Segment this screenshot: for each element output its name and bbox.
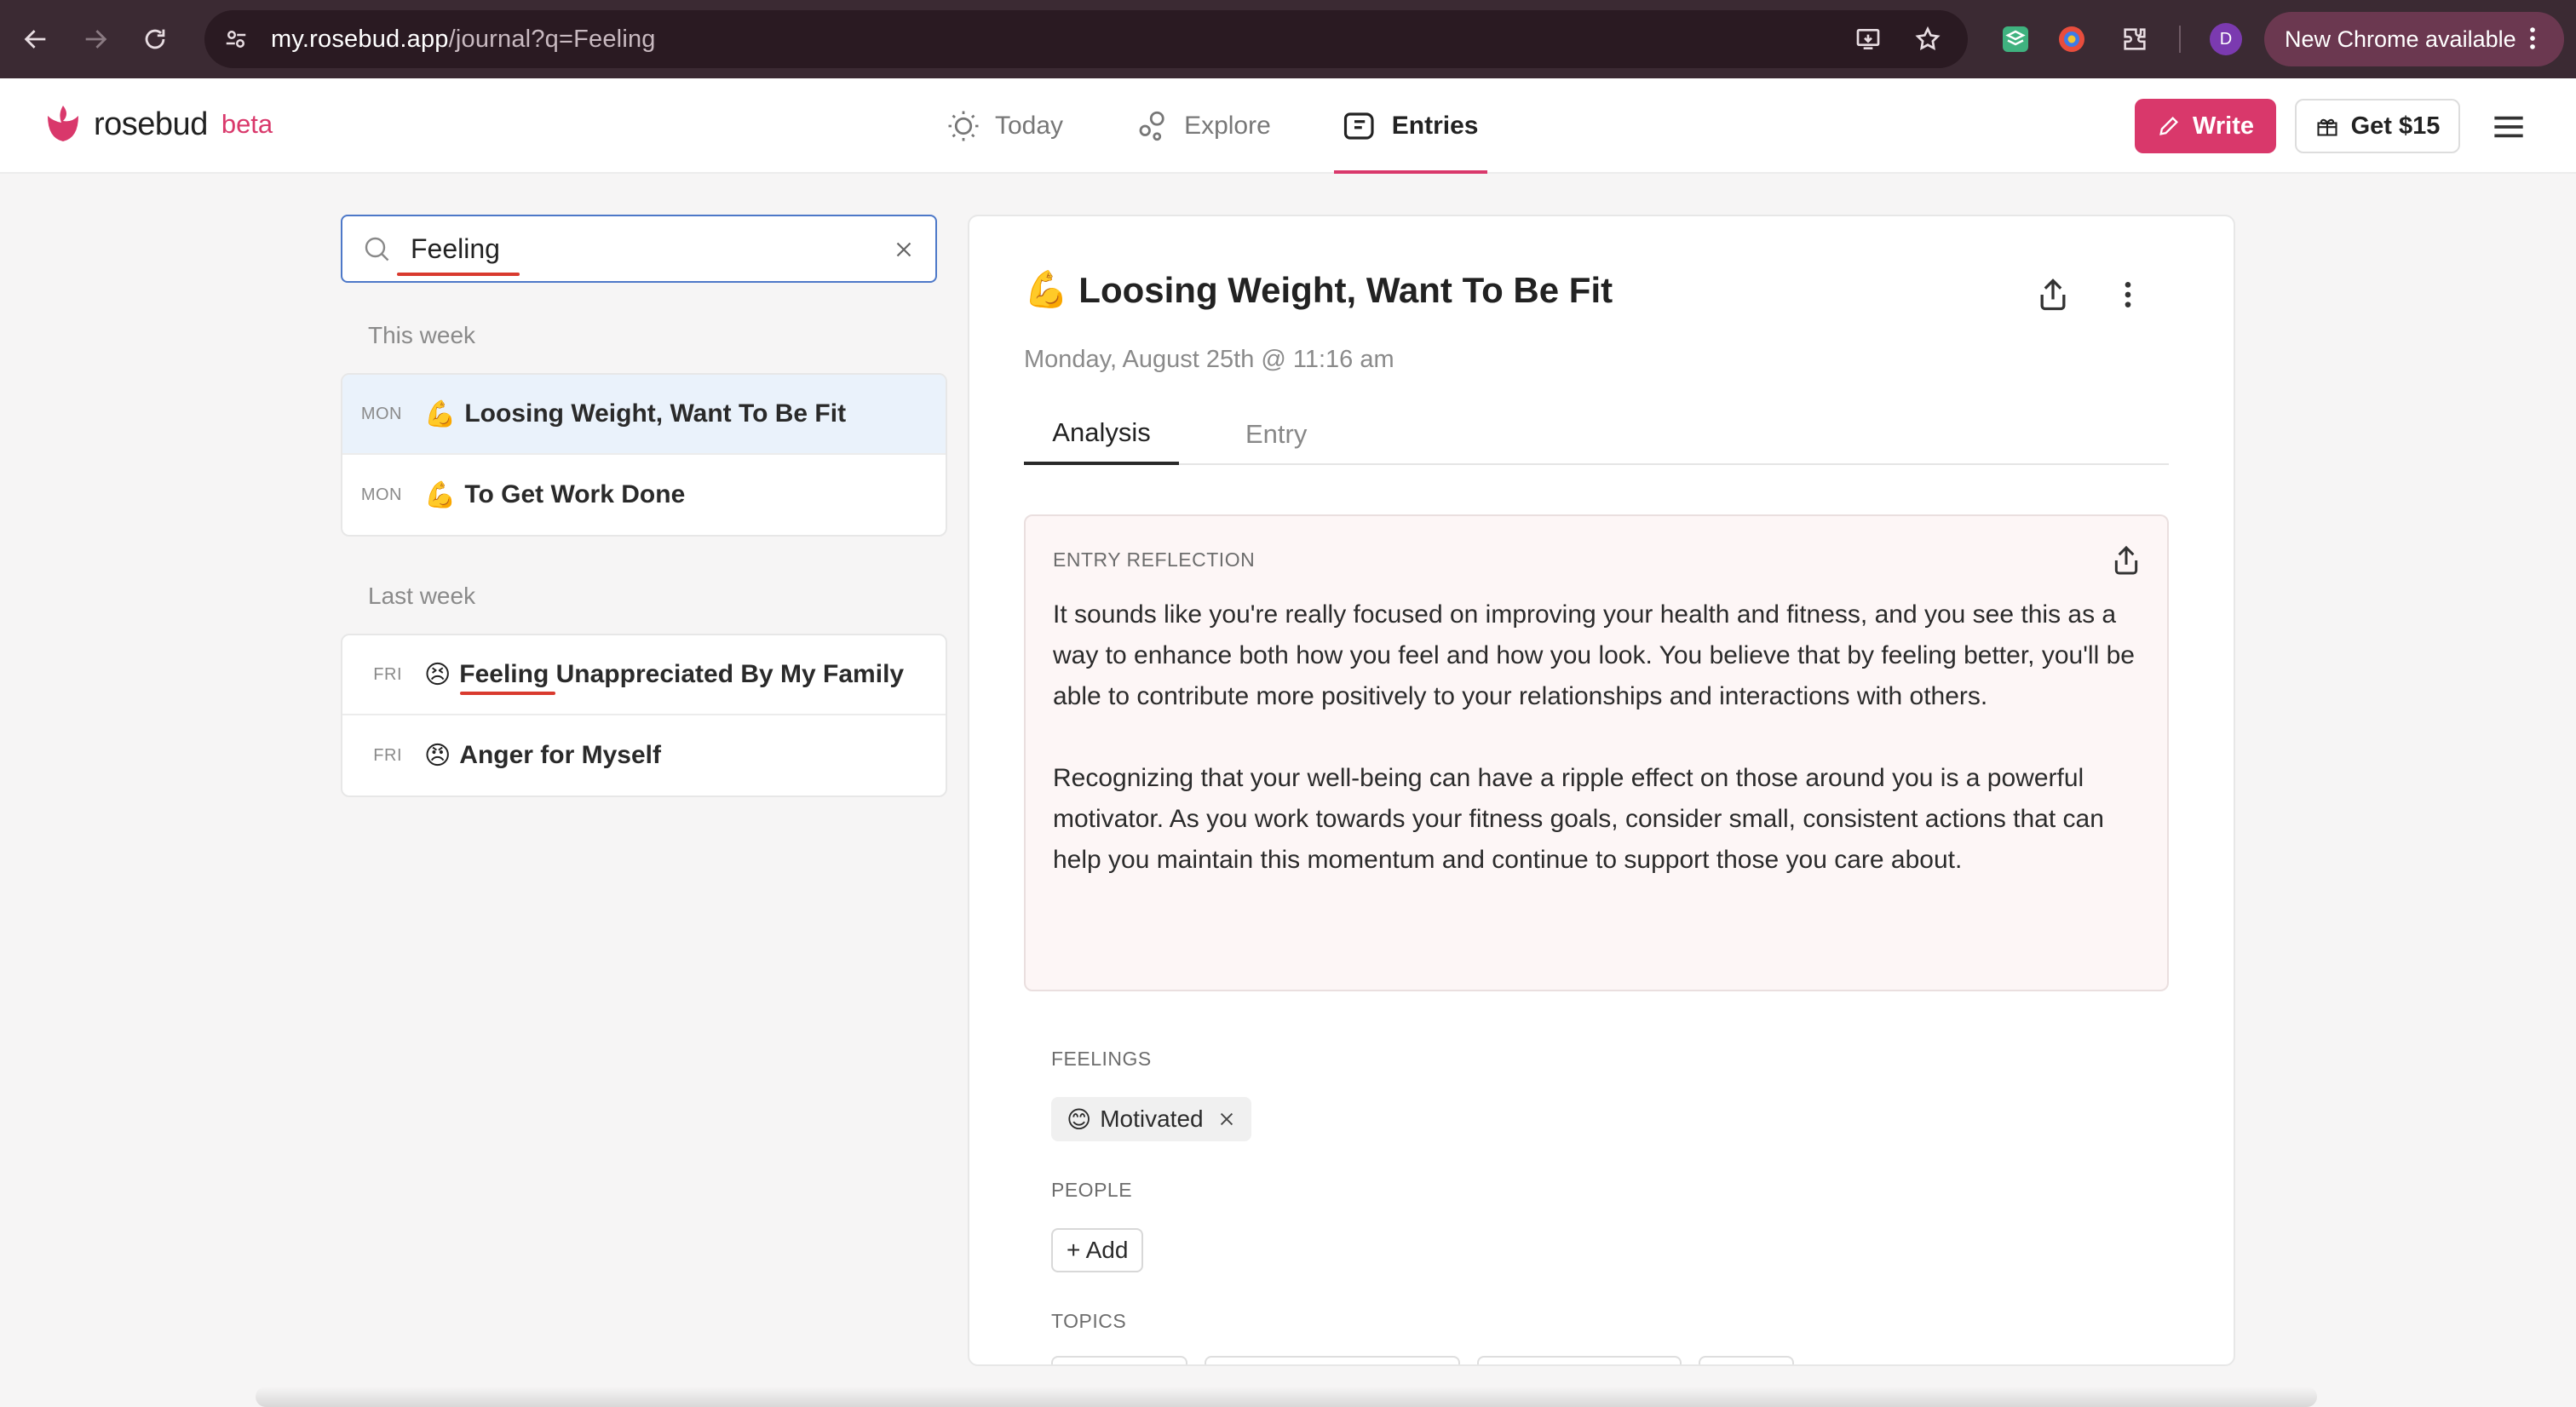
reload-icon [145, 29, 165, 49]
result-annotation-underline [460, 692, 555, 695]
entry-heading: 💪 Loosing Weight, Want To Be Fit [1024, 269, 1613, 311]
tab-today[interactable]: Today [946, 78, 1063, 174]
feeling-chip-emoji: 😊 [1067, 1106, 1092, 1133]
entry-day: MON [360, 404, 402, 423]
group-label-this-week: This week [368, 322, 476, 348]
address-bar[interactable]: my.rosebud.app/journal?q=Feeling [204, 10, 1968, 68]
entry-date: Monday, August 25th @ 11:16 am [1024, 346, 1394, 373]
beta-badge: beta [221, 109, 273, 139]
rosebud-logo-icon [48, 106, 78, 141]
hamburger-menu-icon[interactable] [2487, 106, 2530, 148]
profile-avatar[interactable]: D [2210, 23, 2242, 55]
tab-analysis[interactable]: Analysis [1024, 404, 1179, 465]
entry-day: FRI [373, 745, 402, 765]
feeling-chip[interactable]: 😊 Motivated [1051, 1097, 1251, 1141]
topics-label: TOPICS [1051, 1310, 1127, 1332]
tab-explore-label: Explore [1184, 112, 1271, 140]
reflection-paragraph: It sounds like you're really focused on … [1053, 600, 2135, 710]
write-button[interactable]: Write [2135, 99, 2276, 153]
url-text: my.rosebud.app/journal?q=Feeling [271, 26, 656, 54]
site-settings-icon[interactable] [215, 18, 257, 60]
write-button-label: Write [2193, 112, 2254, 140]
referral-button[interactable]: Get $15 [2295, 99, 2460, 153]
entry-list-this-week: MON 💪 Loosing Weight, Want To Be Fit MON… [341, 373, 947, 537]
list-item[interactable]: MON 💪 To Get Work Done [342, 455, 946, 535]
explore-icon [1139, 111, 1164, 141]
brand-name: rosebud [94, 106, 208, 142]
entry-emoji: 😣 [424, 660, 451, 689]
search-icon [365, 237, 389, 261]
url-path: /journal?q=Feeling [448, 25, 656, 53]
group-label-last-week: Last week [368, 583, 476, 609]
extensions-puzzle-icon[interactable] [2111, 15, 2159, 63]
entry-detail-panel: 💪 Loosing Weight, Want To Be Fit Monday,… [968, 215, 2235, 1366]
arrow-left-icon [24, 30, 46, 49]
kebab-menu-icon [2518, 24, 2547, 59]
url-host: my.rosebud.app [271, 25, 449, 53]
entry-day: MON [360, 485, 402, 504]
sun-icon [948, 111, 979, 141]
search-annotation-underline [397, 273, 520, 276]
brand-logo[interactable]: rosebud beta [44, 104, 273, 145]
tab-today-label: Today [995, 112, 1064, 140]
reload-button[interactable] [131, 15, 179, 63]
remove-feeling-icon[interactable] [1217, 1110, 1236, 1128]
forward-button[interactable] [72, 15, 119, 63]
list-item[interactable]: MON 💪 Loosing Weight, Want To Be Fit [342, 375, 946, 455]
main-nav: Today Explore Entries [946, 78, 1487, 174]
clear-search-icon[interactable] [891, 237, 917, 262]
topic-chip[interactable] [1051, 1356, 1187, 1364]
share-icon[interactable] [2034, 276, 2072, 313]
tab-entries[interactable]: Entries [1333, 78, 1487, 174]
entries-icon [1343, 112, 1374, 140]
extension-color-icon[interactable] [2048, 15, 2096, 63]
entry-heading-text: Loosing Weight, Want To Be Fit [1078, 269, 1613, 310]
app-header: rosebud beta Today Explore Entries Write… [0, 78, 2576, 174]
update-chrome-button[interactable]: New Chrome available [2264, 12, 2564, 66]
toolbar-divider [2179, 26, 2181, 53]
tab-explore[interactable]: Explore [1135, 78, 1271, 174]
arrow-right-icon [85, 30, 107, 49]
share-reflection-icon[interactable] [2109, 543, 2143, 577]
entry-title: To Get Work Done [464, 480, 686, 508]
tab-entries-label: Entries [1391, 112, 1479, 140]
entry-title: Feeling Unappreciated By My Family [459, 660, 905, 688]
entry-tabs: Analysis Entry [1024, 404, 2169, 465]
pencil-icon [2159, 117, 2178, 135]
entry-emoji: 😠 [424, 741, 451, 770]
window-bottom-shadow [256, 1387, 2317, 1407]
entry-title: Loosing Weight, Want To Be Fit [464, 399, 847, 428]
extension-layers-icon[interactable] [1992, 15, 2039, 63]
list-item[interactable]: FRI 😣 Feeling Unappreciated By My Family [342, 635, 946, 715]
entry-reflection-card: ENTRY REFLECTION It sounds like you're r… [1024, 514, 2169, 991]
back-button[interactable] [12, 15, 60, 63]
gift-icon [2317, 118, 2337, 136]
reflection-text: It sounds like you're really focused on … [1053, 594, 2143, 922]
topic-chip[interactable] [1205, 1356, 1460, 1364]
entry-emoji: 💪 [424, 399, 457, 428]
entry-title: Anger for Myself [459, 741, 661, 769]
reflection-paragraph: Recognizing that your well-being can hav… [1053, 764, 2104, 874]
more-options-icon[interactable] [2111, 278, 2145, 312]
entry-heading-emoji: 💪 [1024, 269, 1069, 309]
browser-toolbar: my.rosebud.app/journal?q=Feeling D New C… [0, 0, 2576, 78]
entry-day: FRI [373, 664, 402, 684]
update-chrome-label: New Chrome available [2285, 26, 2516, 52]
entry-list-last-week: FRI 😣 Feeling Unappreciated By My Family… [341, 634, 947, 797]
list-item[interactable]: FRI 😠 Anger for Myself [342, 715, 946, 795]
search-input[interactable] [411, 233, 871, 265]
add-person-button[interactable]: + Add [1051, 1228, 1144, 1272]
people-label: PEOPLE [1051, 1179, 1133, 1201]
topic-chip[interactable] [1477, 1356, 1682, 1364]
install-app-icon[interactable] [1847, 18, 1889, 60]
tab-entry[interactable]: Entry [1245, 404, 1307, 465]
entry-emoji: 💪 [424, 480, 457, 509]
reflection-label: ENTRY REFLECTION [1053, 548, 1256, 571]
topic-chip[interactable] [1699, 1356, 1794, 1364]
referral-button-label: Get $15 [2350, 112, 2441, 140]
feelings-label: FEELINGS [1051, 1048, 1152, 1070]
bookmark-star-icon[interactable] [1906, 18, 1949, 60]
feeling-chip-label: Motivated [1100, 1106, 1204, 1132]
